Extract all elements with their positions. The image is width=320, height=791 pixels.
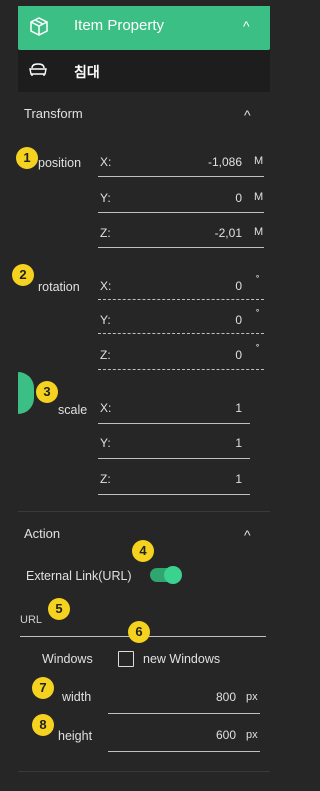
width-label: width [62, 690, 92, 704]
badge-6: 6 [128, 621, 150, 643]
rotation-label: rotation [38, 280, 80, 294]
badge-5: 5 [48, 598, 70, 620]
scale-y-axis: Y: [100, 436, 111, 450]
badge-4: 4 [132, 540, 154, 562]
badge-7: 7 [32, 677, 54, 699]
transform-collapse-icon[interactable]: ^ [244, 107, 251, 123]
rotation-y-underline [98, 333, 264, 334]
scale-x-underline [98, 423, 250, 424]
transform-section-title: Transform [24, 106, 83, 121]
scale-x-input[interactable]: 1 [180, 401, 242, 415]
sofa-icon [28, 62, 48, 83]
windows-label: Windows [42, 652, 93, 666]
position-y-input[interactable]: 0 [180, 191, 242, 205]
url-field-label: URL [20, 614, 43, 626]
scale-z-axis: Z: [100, 472, 111, 486]
position-y-underline [98, 212, 264, 213]
width-input[interactable]: 800 [180, 690, 236, 704]
position-y-axis: Y: [100, 191, 111, 205]
new-windows-label: new Windows [143, 652, 221, 666]
section-divider [18, 511, 270, 512]
position-x-axis: X: [100, 155, 112, 169]
badge-3: 3 [36, 381, 58, 403]
position-x-underline [98, 176, 264, 177]
external-link-toggle[interactable] [150, 566, 182, 584]
position-x-unit: M [254, 155, 264, 167]
rotation-y-axis: Y: [100, 313, 111, 327]
item-name-row: 침대 [18, 50, 270, 92]
width-underline [108, 713, 260, 714]
scale-y-input[interactable]: 1 [180, 436, 242, 450]
position-z-input[interactable]: -2,01 [180, 226, 242, 240]
bottom-divider [18, 771, 270, 772]
rotation-z-unit: ˚ [256, 344, 260, 356]
rotation-y-input[interactable]: 0 [180, 313, 242, 327]
badge-8: 8 [32, 714, 54, 736]
height-input[interactable]: 600 [180, 728, 236, 742]
position-z-underline [98, 247, 264, 248]
scale-label: scale [58, 403, 88, 417]
cube-icon [28, 16, 50, 43]
rotation-x-unit: ˚ [256, 275, 260, 287]
height-label: height [58, 729, 93, 743]
width-unit: px [246, 691, 258, 703]
badge-2: 2 [12, 264, 34, 286]
side-tab-handle[interactable] [18, 372, 34, 414]
badge-1: 1 [16, 147, 38, 169]
rotation-z-axis: Z: [100, 348, 111, 362]
scale-z-input[interactable]: 1 [180, 472, 242, 486]
item-name: 침대 [74, 64, 100, 80]
rotation-y-unit: ˚ [256, 309, 260, 321]
rotation-z-underline [98, 369, 264, 370]
scale-y-underline [98, 458, 250, 459]
scale-x-axis: X: [100, 401, 112, 415]
rotation-z-input[interactable]: 0 [180, 348, 242, 362]
item-property-header[interactable]: Item Property ^ [18, 6, 270, 50]
panel-title: Item Property [74, 17, 165, 34]
position-x-input[interactable]: -1,086 [180, 155, 242, 169]
chevron-up-icon[interactable]: ^ [243, 18, 250, 34]
height-unit: px [246, 729, 258, 741]
action-section-title: Action [24, 526, 61, 541]
position-label: position [38, 156, 82, 170]
action-collapse-icon[interactable]: ^ [244, 527, 251, 543]
position-y-unit: M [254, 191, 264, 203]
position-z-axis: Z: [100, 226, 111, 240]
rotation-x-underline [98, 299, 264, 300]
rotation-x-input[interactable]: 0 [180, 279, 242, 293]
new-windows-checkbox[interactable] [118, 651, 134, 667]
rotation-x-axis: X: [100, 279, 112, 293]
height-underline [108, 751, 260, 752]
external-link-label: External Link(URL) [26, 569, 132, 583]
scale-z-underline [98, 494, 250, 495]
position-z-unit: M [254, 226, 264, 238]
